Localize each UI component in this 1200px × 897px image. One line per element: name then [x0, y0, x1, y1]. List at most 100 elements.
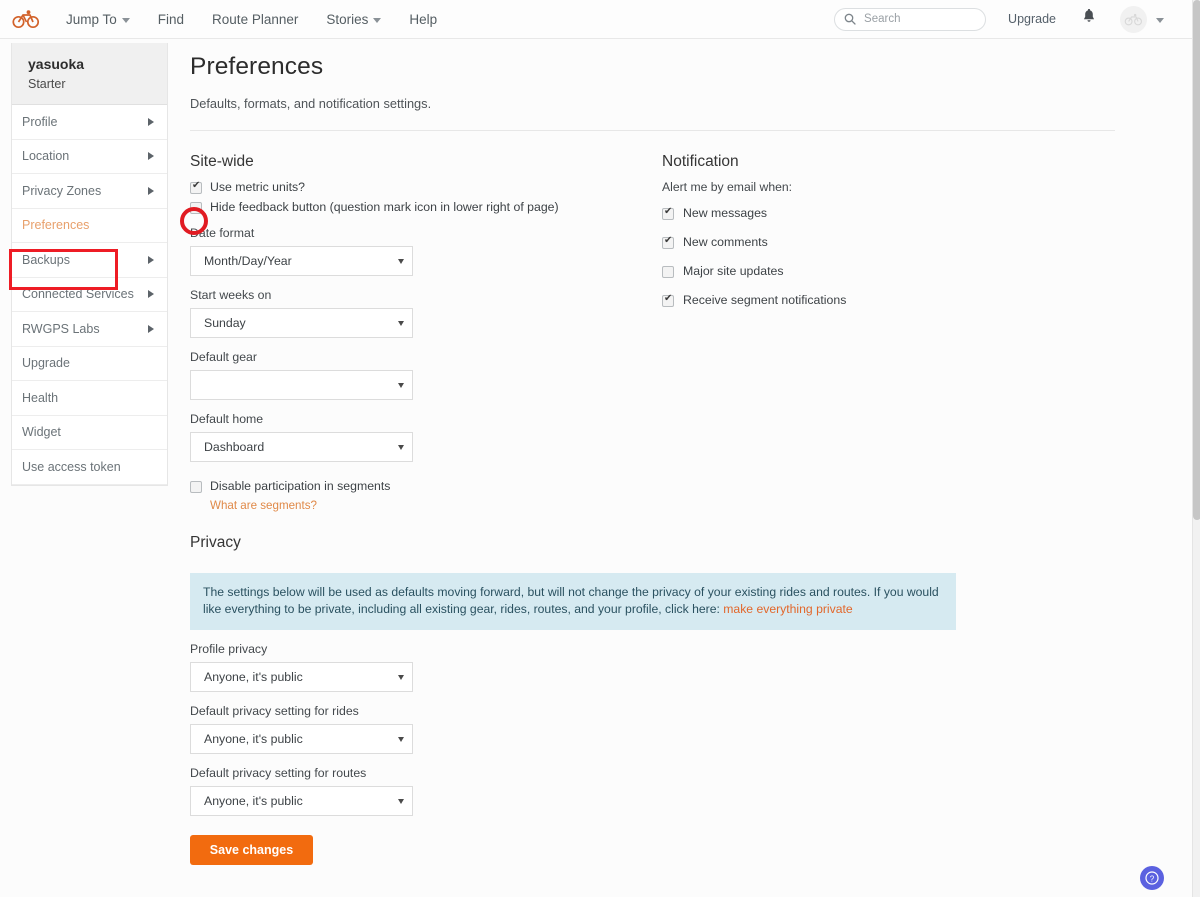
- save-changes-button[interactable]: Save changes: [190, 835, 313, 865]
- scrollbar-thumb[interactable]: [1193, 0, 1200, 520]
- sidebar-item-rwgps-labs[interactable]: RWGPS Labs: [12, 312, 167, 347]
- sidebar-item-profile[interactable]: Profile: [12, 105, 167, 140]
- page-title: Preferences: [190, 53, 324, 80]
- page-scrollbar[interactable]: [1192, 0, 1200, 897]
- segment-notifications-label[interactable]: Receive segment notifications: [683, 293, 846, 307]
- notification-bell-icon: [1083, 8, 1095, 22]
- metric-units-label[interactable]: Use metric units?: [210, 180, 305, 194]
- primary-nav: Jump To Find Route Planner Stories Help: [52, 0, 451, 39]
- profile-privacy-select[interactable]: Anyone, it's public: [190, 662, 413, 692]
- sidebar-item-label: Widget: [22, 425, 61, 440]
- chevron-down-icon: [398, 258, 404, 264]
- nav-label: Route Planner: [212, 11, 299, 27]
- help-button[interactable]: ?: [1140, 866, 1164, 890]
- bicycle-logo-icon: [12, 10, 40, 29]
- chevron-down-icon: [398, 674, 404, 680]
- sidebar-item-label: RWGPS Labs: [22, 321, 100, 336]
- section-heading-sitewide: Site-wide: [190, 153, 254, 170]
- nav-label: Find: [157, 11, 185, 27]
- metric-units-checkbox[interactable]: [190, 180, 202, 194]
- user-menu-button[interactable]: [1120, 5, 1164, 33]
- select-value: Anyone, it's public: [204, 732, 303, 746]
- new-comments-checkbox[interactable]: [662, 235, 674, 249]
- sidebar-item-preferences[interactable]: Preferences: [12, 208, 167, 243]
- sidebar-item-widget[interactable]: Widget: [12, 415, 167, 450]
- what-are-segments-link[interactable]: What are segments?: [210, 499, 640, 512]
- search-box[interactable]: [834, 7, 987, 31]
- chevron-right-icon: [148, 255, 154, 264]
- page-subtitle: Defaults, formats, and notification sett…: [190, 96, 432, 111]
- notification-column: Notification Alert me by email when: New…: [662, 153, 1062, 561]
- nav-item-route-planner[interactable]: Route Planner: [198, 0, 312, 39]
- field-label: Default privacy setting for routes: [190, 766, 367, 780]
- sidebar-item-label: Use access token: [22, 459, 121, 474]
- new-messages-checkbox[interactable]: [662, 206, 674, 220]
- chevron-down-icon: [398, 382, 404, 388]
- nav-item-stories[interactable]: Stories: [312, 0, 395, 39]
- field-profile-privacy: Profile privacy Anyone, it's public: [190, 642, 1152, 692]
- field-label: Default gear: [190, 350, 257, 364]
- notif-new-messages-row: New messages: [662, 206, 1062, 220]
- nav-label: Stories: [326, 11, 369, 27]
- sidebar-item-label: Health: [22, 390, 59, 405]
- nav-item-help[interactable]: Help: [395, 0, 451, 39]
- default-gear-select[interactable]: [190, 370, 413, 400]
- default-home-select[interactable]: Dashboard: [190, 432, 413, 462]
- nav-item-find[interactable]: Find: [144, 0, 198, 39]
- search-input[interactable]: [862, 12, 977, 26]
- hide-feedback-checkbox[interactable]: [190, 202, 202, 214]
- sidebar-item-label: Preferences: [22, 218, 90, 233]
- sidebar-item-location[interactable]: Location: [12, 139, 167, 174]
- chevron-down-icon: [398, 798, 404, 804]
- date-format-select[interactable]: Month/Day/Year: [190, 246, 413, 276]
- major-site-updates-checkbox[interactable]: [662, 266, 674, 278]
- nav-label: Help: [409, 11, 438, 27]
- user-avatar-bicycle-icon: [1124, 13, 1142, 25]
- segments-block: Disable participation in segments What a…: [190, 479, 640, 512]
- sidebar-item-connected-services[interactable]: Connected Services: [12, 277, 167, 312]
- account-sidebar: yasuoka Starter Profile Location Privacy…: [11, 43, 168, 486]
- disable-segments-label[interactable]: Disable participation in segments: [210, 479, 390, 493]
- field-date-format: Date format Month/Day/Year: [190, 226, 640, 276]
- routes-privacy-select[interactable]: Anyone, it's public: [190, 786, 413, 816]
- sidebar-item-privacy-zones[interactable]: Privacy Zones: [12, 174, 167, 209]
- sidebar-item-upgrade[interactable]: Upgrade: [12, 346, 167, 381]
- start-weeks-on-select[interactable]: Sunday: [190, 308, 413, 338]
- chevron-down-icon: [398, 320, 404, 326]
- header-divider: [190, 130, 1115, 131]
- sidebar-item-use-access-token[interactable]: Use access token: [12, 450, 167, 485]
- nav-item-jump-to[interactable]: Jump To: [52, 0, 144, 39]
- chevron-right-icon: [148, 290, 154, 299]
- notification-bell-button[interactable]: [1082, 8, 1096, 30]
- rides-privacy-select[interactable]: Anyone, it's public: [190, 724, 413, 754]
- section-heading-notification: Notification: [662, 153, 739, 170]
- sidebar-item-backups[interactable]: Backups: [12, 243, 167, 278]
- major-site-updates-label[interactable]: Major site updates: [683, 264, 783, 278]
- field-default-home: Default home Dashboard: [190, 412, 640, 462]
- top-navbar: Jump To Find Route Planner Stories Help …: [0, 0, 1192, 39]
- field-default-gear: Default gear: [190, 350, 640, 400]
- new-messages-label[interactable]: New messages: [683, 206, 767, 220]
- sidebar-item-label: Backups: [22, 252, 70, 267]
- disable-segments-checkbox[interactable]: [190, 481, 202, 493]
- site-logo[interactable]: [0, 9, 52, 29]
- make-everything-private-link[interactable]: make everything private: [723, 602, 852, 616]
- sidebar-user-header: yasuoka Starter: [12, 43, 167, 105]
- sidebar-item-health[interactable]: Health: [12, 381, 167, 416]
- page-body: yasuoka Starter Profile Location Privacy…: [0, 39, 1192, 897]
- nav-label: Jump To: [66, 11, 117, 27]
- new-comments-label[interactable]: New comments: [683, 235, 768, 249]
- upgrade-link[interactable]: Upgrade: [1008, 12, 1056, 26]
- hide-feedback-label[interactable]: Hide feedback button (question mark icon…: [210, 200, 559, 214]
- sidebar-item-label: Profile: [22, 114, 58, 129]
- field-label: Default home: [190, 412, 264, 426]
- question-mark-circle-icon: ?: [1145, 871, 1159, 885]
- segment-notifications-checkbox[interactable]: [662, 293, 674, 307]
- field-label: Profile privacy: [190, 642, 268, 656]
- settings-columns: Site-wide Use metric units? Hide feedbac…: [190, 153, 1152, 561]
- hide-feedback-row: Hide feedback button (question mark icon…: [190, 200, 640, 214]
- chevron-right-icon: [148, 324, 154, 333]
- select-value: Anyone, it's public: [204, 670, 303, 684]
- sidebar-plan-label: Starter: [28, 77, 66, 91]
- sidebar-item-label: Location: [22, 149, 70, 164]
